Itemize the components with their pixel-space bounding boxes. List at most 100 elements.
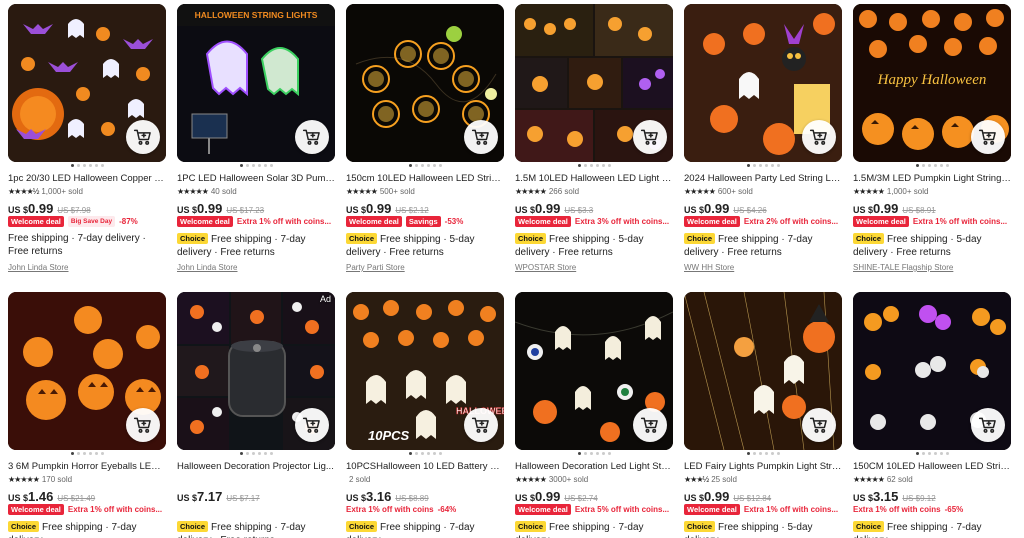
- store-link[interactable]: John Linda Store: [8, 262, 166, 273]
- store-link[interactable]: John Linda Store: [177, 262, 335, 273]
- carousel-dot[interactable]: [438, 452, 442, 455]
- carousel-dot[interactable]: [263, 452, 267, 455]
- product-card[interactable]: 150CM 10LED Halloween LED String... ★★★★…: [853, 292, 1011, 538]
- product-image[interactable]: [8, 4, 166, 162]
- carousel-dot[interactable]: [607, 164, 611, 167]
- carousel-dot[interactable]: [263, 164, 267, 167]
- product-title[interactable]: Halloween Decoration Led Light Stri...: [515, 460, 673, 473]
- carousel-dot[interactable]: [758, 164, 762, 167]
- carousel-dot[interactable]: [251, 452, 255, 455]
- product-title[interactable]: 3 6M Pumpkin Horror Eyeballs LED ...: [8, 460, 166, 473]
- carousel-dot[interactable]: [82, 452, 86, 455]
- product-title[interactable]: 150CM 10LED Halloween LED String...: [853, 460, 1011, 473]
- carousel-dot[interactable]: [88, 452, 92, 455]
- carousel-dot[interactable]: [414, 452, 418, 455]
- product-image[interactable]: [515, 4, 673, 162]
- add-to-cart-button[interactable]: [126, 408, 160, 442]
- product-card[interactable]: Happy Halloween 1.5M/3M LED Pumpkin Ligh…: [853, 4, 1011, 292]
- carousel-dot[interactable]: [752, 164, 756, 167]
- carousel-dot[interactable]: [939, 452, 943, 455]
- carousel-dot[interactable]: [933, 164, 937, 167]
- add-to-cart-button[interactable]: [802, 120, 836, 154]
- product-image[interactable]: [853, 292, 1011, 450]
- carousel-dot[interactable]: [408, 452, 412, 455]
- product-card[interactable]: 3 6M Pumpkin Horror Eyeballs LED ... ★★★…: [8, 292, 166, 538]
- carousel-dot[interactable]: [414, 164, 418, 167]
- product-image[interactable]: [8, 292, 166, 450]
- carousel-dot[interactable]: [758, 452, 762, 455]
- carousel-dot[interactable]: [595, 164, 599, 167]
- product-image[interactable]: [684, 4, 842, 162]
- carousel-dot[interactable]: [776, 164, 780, 167]
- carousel-dot[interactable]: [933, 452, 937, 455]
- add-to-cart-button[interactable]: [802, 408, 836, 442]
- product-title[interactable]: LED Fairy Lights Pumpkin Light Strin...: [684, 460, 842, 473]
- carousel-dot[interactable]: [70, 164, 74, 167]
- carousel-dot[interactable]: [746, 164, 750, 167]
- product-card[interactable]: HALLOWEEN STRING LIGHTS 1PC LED Hallowee…: [177, 4, 335, 292]
- carousel-dot[interactable]: [939, 164, 943, 167]
- carousel-dot[interactable]: [269, 452, 273, 455]
- product-title[interactable]: 1.5M 10LED Halloween LED Light St...: [515, 172, 673, 185]
- carousel-dot[interactable]: [601, 452, 605, 455]
- carousel-dot[interactable]: [921, 452, 925, 455]
- carousel-dot[interactable]: [70, 452, 74, 455]
- carousel-dot[interactable]: [251, 164, 255, 167]
- add-to-cart-button[interactable]: [295, 408, 329, 442]
- product-image[interactable]: [515, 292, 673, 450]
- product-title[interactable]: 10PCSHalloween 10 LED Battery Po...: [346, 460, 504, 473]
- carousel-dot[interactable]: [408, 164, 412, 167]
- product-card[interactable]: Halloween Decoration Led Light Stri... ★…: [515, 292, 673, 538]
- product-image[interactable]: Happy Halloween: [853, 4, 1011, 162]
- carousel-dot[interactable]: [752, 452, 756, 455]
- carousel-dot[interactable]: [746, 452, 750, 455]
- carousel-dot[interactable]: [426, 164, 430, 167]
- carousel-dot[interactable]: [945, 164, 949, 167]
- carousel-dot[interactable]: [607, 452, 611, 455]
- carousel-dot[interactable]: [770, 164, 774, 167]
- product-image[interactable]: Ad: [177, 292, 335, 450]
- carousel-dot[interactable]: [764, 164, 768, 167]
- product-image[interactable]: [346, 4, 504, 162]
- carousel-dot[interactable]: [589, 452, 593, 455]
- carousel-dot[interactable]: [100, 164, 104, 167]
- carousel-dot[interactable]: [76, 452, 80, 455]
- carousel-dot[interactable]: [921, 164, 925, 167]
- product-image[interactable]: [684, 292, 842, 450]
- carousel-dot[interactable]: [426, 452, 430, 455]
- add-to-cart-button[interactable]: [464, 408, 498, 442]
- carousel-dot[interactable]: [927, 452, 931, 455]
- product-title[interactable]: 150cm 10LED Halloween LED String ...: [346, 172, 504, 185]
- carousel-dot[interactable]: [915, 452, 919, 455]
- carousel-dot[interactable]: [945, 452, 949, 455]
- add-to-cart-button[interactable]: [464, 120, 498, 154]
- carousel-dot[interactable]: [915, 164, 919, 167]
- carousel-dot[interactable]: [100, 452, 104, 455]
- product-image[interactable]: 10PCS HALLOWEEN: [346, 292, 504, 450]
- carousel-dot[interactable]: [927, 164, 931, 167]
- carousel-dot[interactable]: [269, 164, 273, 167]
- carousel-dot[interactable]: [94, 452, 98, 455]
- product-card[interactable]: 1.5M 10LED Halloween LED Light St... ★★★…: [515, 4, 673, 292]
- carousel-dot[interactable]: [257, 452, 261, 455]
- product-title[interactable]: 1PC LED Halloween Solar 3D Pumpk...: [177, 172, 335, 185]
- carousel-dot[interactable]: [245, 452, 249, 455]
- carousel-dot[interactable]: [82, 164, 86, 167]
- carousel-dot[interactable]: [432, 164, 436, 167]
- add-to-cart-button[interactable]: [295, 120, 329, 154]
- carousel-dot[interactable]: [420, 164, 424, 167]
- add-to-cart-button[interactable]: [633, 408, 667, 442]
- carousel-dot[interactable]: [438, 164, 442, 167]
- carousel-dot[interactable]: [770, 452, 774, 455]
- add-to-cart-button[interactable]: [971, 408, 1005, 442]
- product-title[interactable]: 1pc 20/30 LED Halloween Copper W...: [8, 172, 166, 185]
- carousel-dot[interactable]: [595, 452, 599, 455]
- product-title[interactable]: 2024 Halloween Party Led String Lig...: [684, 172, 842, 185]
- product-title[interactable]: 1.5M/3M LED Pumpkin Light String ...: [853, 172, 1011, 185]
- carousel-dot[interactable]: [420, 452, 424, 455]
- product-card[interactable]: 150cm 10LED Halloween LED String ... ★★★…: [346, 4, 504, 292]
- carousel-dot[interactable]: [583, 164, 587, 167]
- carousel-dot[interactable]: [76, 164, 80, 167]
- add-to-cart-button[interactable]: [971, 120, 1005, 154]
- store-link[interactable]: Party Parti Store: [346, 262, 504, 273]
